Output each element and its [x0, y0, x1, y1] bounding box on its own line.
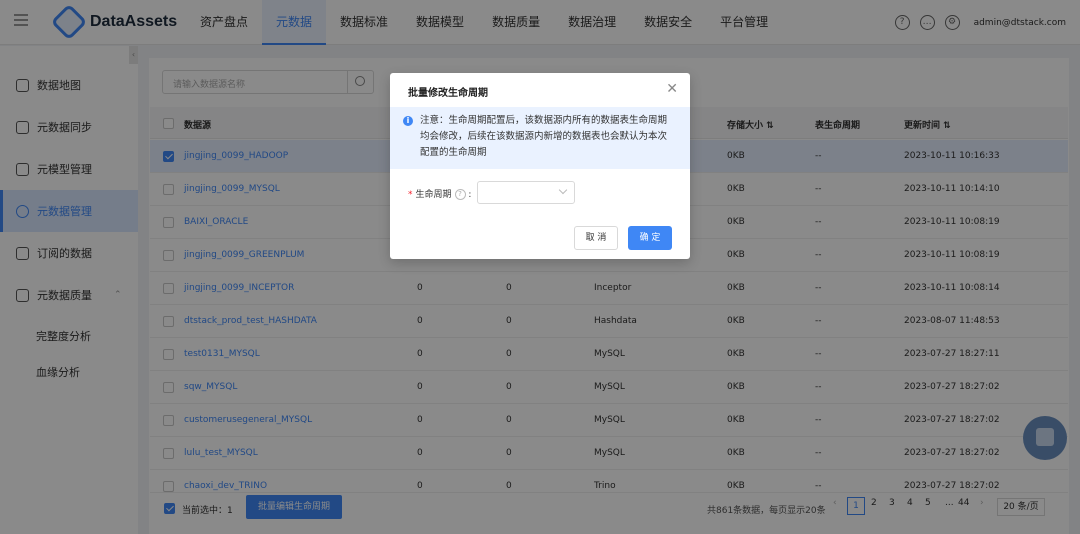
- lifecycle-select[interactable]: [477, 181, 575, 204]
- confirm-button[interactable]: 确 定: [628, 226, 672, 250]
- batch-lifecycle-modal: 批量修改生命周期 ✕ i 注意：生命周期配置后，该数据源内所有的数据表生命周期均…: [390, 73, 690, 259]
- modal-title: 批量修改生命周期: [408, 88, 488, 99]
- question-icon[interactable]: ?: [454, 189, 466, 200]
- notice-alert: i 注意：生命周期配置后，该数据源内所有的数据表生命周期均会修改，后续在该数据源…: [390, 107, 690, 169]
- lifecycle-label: * 生命周期? :: [408, 189, 472, 200]
- info-icon: i: [403, 116, 413, 126]
- notice-text: 注意：生命周期配置后，该数据源内所有的数据表生命周期均会修改，后续在该数据源内新…: [420, 115, 668, 158]
- close-icon[interactable]: ✕: [666, 81, 678, 97]
- cancel-button[interactable]: 取 消: [574, 226, 618, 250]
- required-mark: *: [408, 190, 413, 200]
- chevron-down-icon: [558, 185, 568, 195]
